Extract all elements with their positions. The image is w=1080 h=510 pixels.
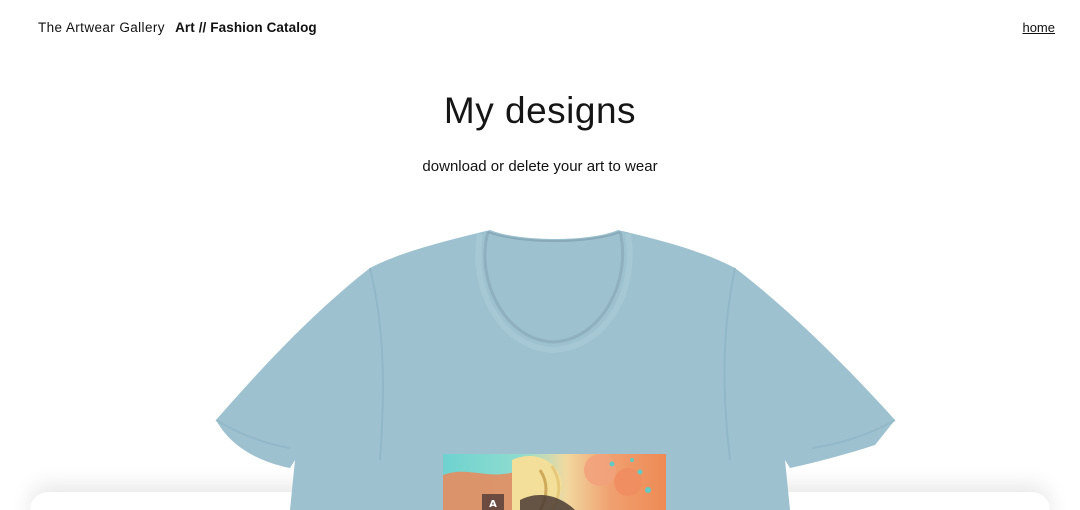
artwear-badge-letter: A (489, 499, 497, 510)
design-card[interactable]: A (0, 220, 1080, 510)
site-header: The Artwear Gallery Art // Fashion Catal… (0, 0, 1080, 56)
page-title: My designs (443, 90, 637, 131)
home-link[interactable]: home (1022, 20, 1055, 35)
my-designs-page: The Artwear Gallery Art // Fashion Catal… (0, 0, 1080, 510)
brand-name: The Artwear Gallery (38, 20, 165, 35)
brand-subtitle: Art // Fashion Catalog (175, 20, 317, 35)
brand[interactable]: The Artwear Gallery Art // Fashion Catal… (38, 20, 317, 35)
tshirt-mockup-image: A (215, 230, 896, 510)
page-subtitle: download or delete your art to wear (422, 158, 658, 175)
printed-artwork: A (443, 454, 666, 510)
